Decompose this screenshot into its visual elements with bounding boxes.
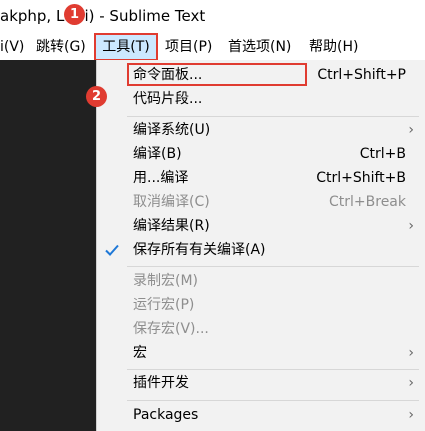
menu-goto[interactable]: 跳转(G) bbox=[36, 34, 86, 60]
menu-item-save-macro: 保存宏(V)... bbox=[97, 317, 425, 341]
menu-item-save-all-on-build[interactable]: 保存所有有关编译(A) bbox=[97, 238, 425, 262]
menu-item-label: 编译(B) bbox=[133, 146, 182, 162]
window-title: akphp, Lar i) - Sublime Text bbox=[0, 7, 206, 25]
menu-view[interactable]: i(V) bbox=[0, 34, 24, 60]
menu-help[interactable]: 帮助(H) bbox=[309, 34, 358, 60]
menu-item-snippets[interactable]: 代码片段... bbox=[97, 87, 425, 111]
chevron-right-icon: › bbox=[408, 345, 414, 361]
menu-tools[interactable]: 工具(T) bbox=[94, 33, 158, 61]
editor-area bbox=[0, 60, 96, 431]
menu-item-shortcut: Ctrl+Shift+B bbox=[316, 170, 406, 186]
menu-divider bbox=[127, 400, 419, 401]
menu-project[interactable]: 项目(P) bbox=[165, 34, 212, 60]
menu-item-record-macro: 录制宏(M) bbox=[97, 269, 425, 293]
menu-item-label: 宏 bbox=[133, 345, 147, 361]
menu-item-build[interactable]: 编译(B) Ctrl+B bbox=[97, 142, 425, 166]
menu-item-command-palette[interactable]: 命令面板... Ctrl+Shift+P bbox=[97, 63, 425, 87]
menu-item-macros[interactable]: 宏 › bbox=[97, 341, 425, 365]
menu-item-cancel-build: 取消编译(C) Ctrl+Break bbox=[97, 190, 425, 214]
chevron-right-icon: › bbox=[408, 218, 414, 234]
menu-item-label: 插件开发 bbox=[133, 375, 189, 391]
menu-item-label: Packages bbox=[133, 407, 199, 423]
chevron-right-icon: › bbox=[408, 407, 414, 423]
menu-item-build-system[interactable]: 编译系统(U) › bbox=[97, 118, 425, 142]
menu-item-shortcut: Ctrl+B bbox=[359, 146, 406, 162]
checkmark-icon bbox=[105, 244, 119, 256]
chevron-right-icon: › bbox=[408, 122, 414, 138]
chevron-right-icon: › bbox=[408, 375, 414, 391]
menu-bar: i(V) 跳转(G) 工具(T) 项目(P) 首选项(N) 帮助(H) bbox=[0, 33, 425, 61]
menu-divider bbox=[127, 116, 419, 117]
menu-item-packages[interactable]: Packages › bbox=[97, 403, 425, 427]
menu-item-label: 保存宏(V)... bbox=[133, 321, 209, 337]
menu-item-label: 编译结果(R) bbox=[133, 218, 210, 234]
step-badge-1: 1 bbox=[64, 4, 85, 25]
menu-item-label: 录制宏(M) bbox=[133, 273, 199, 289]
tools-dropdown-menu: 命令面板... Ctrl+Shift+P 代码片段... 编译系统(U) › 编… bbox=[96, 60, 425, 431]
menu-item-label: 编译系统(U) bbox=[133, 122, 211, 138]
menu-item-label: 运行宏(P) bbox=[133, 297, 195, 313]
menu-item-developer[interactable]: 插件开发 › bbox=[97, 371, 425, 395]
step-badge-2: 2 bbox=[86, 86, 107, 107]
menu-item-label: 用...编译 bbox=[133, 170, 189, 186]
menu-divider bbox=[127, 369, 419, 370]
menu-item-label: 代码片段... bbox=[133, 91, 203, 107]
menu-item-label: 取消编译(C) bbox=[133, 194, 210, 210]
menu-item-shortcut: Ctrl+Break bbox=[329, 194, 406, 210]
menu-item-label: 保存所有有关编译(A) bbox=[133, 242, 266, 258]
menu-item-playback-macro: 运行宏(P) bbox=[97, 293, 425, 317]
menu-item-build-results[interactable]: 编译结果(R) › bbox=[97, 214, 425, 238]
menu-item-label: 命令面板... bbox=[133, 67, 203, 83]
menu-item-build-with[interactable]: 用...编译 Ctrl+Shift+B bbox=[97, 166, 425, 190]
menu-item-shortcut: Ctrl+Shift+P bbox=[317, 67, 406, 83]
menu-preferences[interactable]: 首选项(N) bbox=[228, 34, 291, 60]
menu-divider bbox=[127, 266, 419, 267]
